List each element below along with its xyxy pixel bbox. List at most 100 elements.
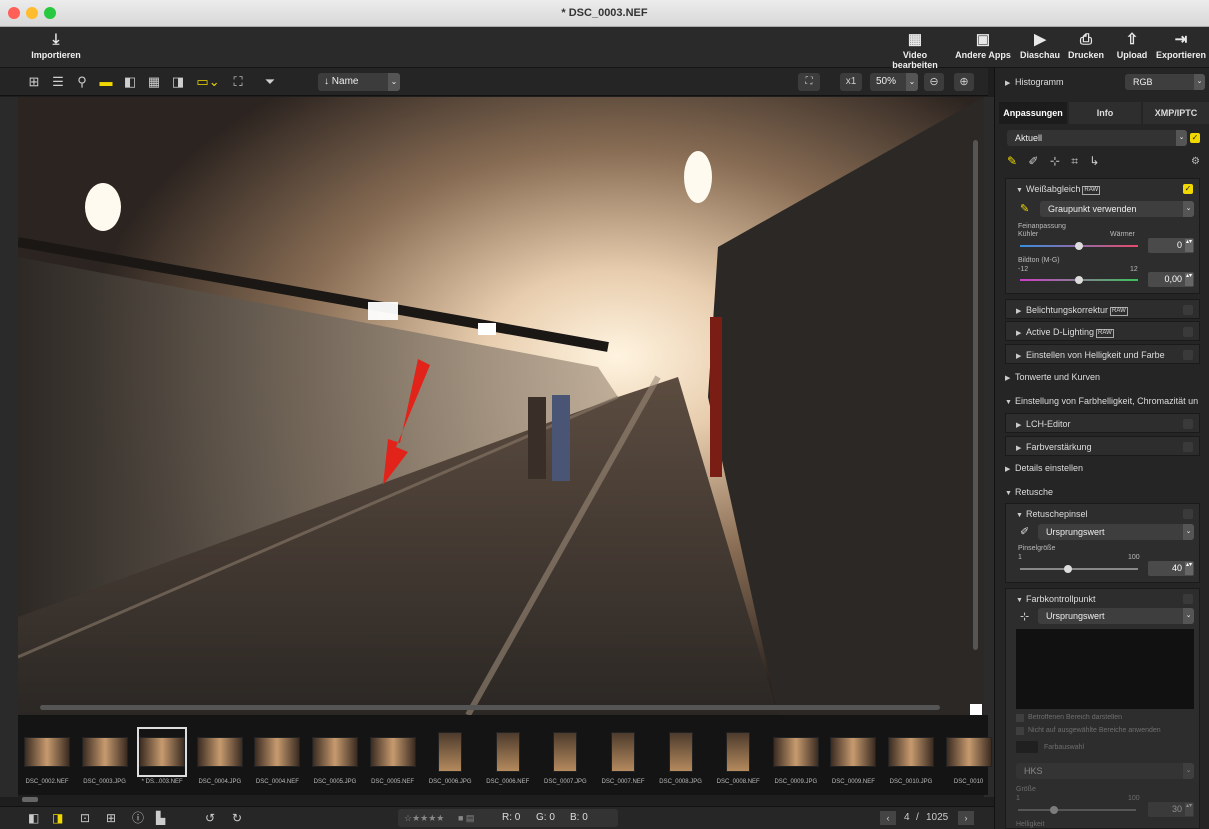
brush-size-knob[interactable] [1064, 565, 1072, 573]
map-view-icon[interactable]: ⚲ [74, 73, 90, 91]
retouch-brush-checkbox[interactable] [1183, 509, 1193, 519]
filmstrip-thumb[interactable] [22, 727, 72, 777]
control-point-icon[interactable]: ⊹ [1050, 154, 1060, 168]
color-control-mode-select[interactable]: Ursprungswert ⌄ [1038, 608, 1194, 624]
size-knob[interactable] [1050, 806, 1058, 814]
settings-icon[interactable]: ⚙ [1191, 156, 1200, 167]
filmstrip-thumb[interactable] [598, 727, 648, 777]
white-balance-mode-select[interactable]: Graupunkt verwenden ⌄ [1040, 201, 1194, 217]
other-apps-button[interactable]: ▣ Andere Apps [955, 30, 1011, 66]
lch-checkbox[interactable] [1183, 419, 1193, 429]
white-balance-checkbox[interactable]: ✓ [1183, 184, 1193, 194]
zoom-dropdown[interactable]: 50% ⌄ [870, 73, 918, 91]
stepper-icon[interactable]: ▴▾ [1185, 239, 1193, 252]
filmstrip-thumb[interactable] [80, 727, 130, 777]
horizontal-scrollbar[interactable] [40, 705, 940, 710]
tab-info[interactable]: Info [1069, 102, 1141, 124]
color-boost-checkbox[interactable] [1183, 442, 1193, 452]
filter-icon[interactable]: ⏷ [262, 73, 278, 91]
filmstrip-thumb[interactable] [886, 727, 936, 777]
brush-size-slider[interactable] [1020, 568, 1138, 570]
fit-screen-icon[interactable]: ⛶ [798, 73, 820, 91]
rotate-right-icon[interactable]: ↻ [232, 811, 242, 825]
tint-knob[interactable] [1075, 276, 1083, 284]
filmstrip-thumb[interactable] [425, 727, 475, 777]
tab-xmp-iptc[interactable]: XMP/IPTC [1143, 102, 1209, 124]
filmstrip-thumb[interactable] [252, 727, 302, 777]
zoom-in-icon[interactable]: ⊕ [954, 73, 974, 91]
filmstrip-thumb[interactable] [195, 727, 245, 777]
color-control-checkbox[interactable] [1183, 594, 1193, 604]
slideshow-button[interactable]: ▶ Diaschau [1018, 30, 1062, 66]
eyedropper-icon[interactable]: ✎ [1020, 202, 1029, 215]
exposure-checkbox[interactable] [1183, 305, 1193, 315]
eyedropper-icon[interactable]: ✎ [1007, 154, 1017, 168]
vertical-scrollbar[interactable] [973, 140, 978, 650]
active-d-lighting-section[interactable]: ▶ Active D-Lighting RAW [1005, 321, 1200, 341]
grid-view-icon[interactable]: ⊞ [26, 73, 42, 91]
sort-dropdown[interactable]: ↓ Name ⌄ [318, 73, 400, 91]
prev-image-button[interactable]: ‹ [880, 811, 896, 825]
video-edit-button[interactable]: ▦ Video bearbeiten [880, 30, 950, 70]
layers-icon[interactable]: ◧ [28, 811, 39, 825]
color-control-header[interactable]: ▼ Farbkontrollpunkt [1006, 589, 1199, 609]
zoom-out-icon[interactable]: ⊖ [924, 73, 944, 91]
show-area-checkbox[interactable] [1016, 714, 1024, 722]
filmstrip-layout-icon[interactable]: ▭⌄ [196, 73, 220, 91]
lch-editor-section[interactable]: ▶ LCH-Editor [1005, 413, 1200, 433]
compare-view-icon[interactable]: ◧ [122, 73, 138, 91]
preset-checkbox[interactable]: ✓ [1190, 133, 1200, 143]
tint-field[interactable]: 0,00 ▴▾ [1148, 272, 1194, 287]
print-button[interactable]: ⎙ Drucken [1066, 30, 1106, 66]
import-button[interactable]: ⤓ Importieren [28, 30, 84, 66]
before-after-icon[interactable]: ◨ [170, 73, 186, 91]
exposure-section[interactable]: ▶ Belichtungskorrektur RAW [1005, 299, 1200, 319]
list-view-icon[interactable]: ☰ [50, 73, 66, 91]
brush-size-field[interactable]: 40 ▴▾ [1148, 561, 1194, 576]
fine-tune-field[interactable]: 0 ▴▾ [1148, 238, 1194, 253]
filmstrip-thumb[interactable] [713, 727, 763, 777]
tab-adjustments[interactable]: Anpassungen [999, 102, 1067, 124]
filmstrip-thumb[interactable] [137, 727, 188, 777]
straighten-icon[interactable]: ↳ [1089, 154, 1099, 168]
filmstrip-thumb[interactable] [483, 727, 533, 777]
stepper-icon[interactable]: ▴▾ [1185, 803, 1193, 816]
filmstrip-thumb[interactable] [656, 727, 706, 777]
filmstrip-thumb[interactable] [771, 727, 821, 777]
curves-header[interactable]: ▶ Tonwerte und Kurven [995, 367, 1209, 387]
image-viewer[interactable] [18, 97, 984, 715]
brush-icon[interactable]: ✐ [1028, 154, 1038, 168]
rotate-left-icon[interactable]: ↺ [205, 811, 215, 825]
next-image-button[interactable]: › [958, 811, 974, 825]
brightness-section[interactable]: ▶ Einstellen von Helligkeit und Farbe [1005, 344, 1200, 364]
frame-icon[interactable]: ⊡ [80, 811, 90, 825]
right-panel-toggle[interactable] [984, 97, 994, 797]
color-swatch[interactable] [1016, 741, 1038, 753]
size-slider[interactable] [1018, 809, 1136, 811]
zoom-x1-button[interactable]: x1 [840, 73, 862, 91]
retouch-brush-header[interactable]: ▼ Retuschepinsel [1006, 504, 1199, 524]
filmstrip-thumb[interactable] [828, 727, 878, 777]
details-header[interactable]: ▶ Details einstellen [995, 458, 1209, 478]
filmstrip-scrollbar[interactable] [22, 797, 38, 802]
retouch-header[interactable]: ▼ Retusche [995, 482, 1209, 502]
adl-checkbox[interactable] [1183, 327, 1193, 337]
color-boost-section[interactable]: ▶ Farbverstärkung [1005, 436, 1200, 456]
size-field[interactable]: 30 ▴▾ [1148, 802, 1194, 817]
multi-view-icon[interactable]: ▦ [146, 73, 162, 91]
brush-icon[interactable]: ✐ [1020, 525, 1029, 538]
stepper-icon[interactable]: ▴▾ [1185, 273, 1193, 286]
filmstrip-thumb[interactable] [310, 727, 360, 777]
label-icon[interactable]: ■ ▤ [458, 811, 474, 825]
histogram-channel-select[interactable]: RGB ⌄ [1125, 74, 1205, 90]
export-button[interactable]: ⇥ Exportieren [1156, 30, 1206, 66]
fine-tune-knob[interactable] [1075, 242, 1083, 250]
white-balance-header[interactable]: ▼ Weißabgleich RAW [1006, 179, 1199, 199]
filmstrip-thumb[interactable] [540, 727, 590, 777]
control-point-icon[interactable]: ⊹ [1020, 610, 1029, 623]
stepper-icon[interactable]: ▴▾ [1185, 562, 1193, 575]
info-icon[interactable]: ⓘ [132, 811, 144, 825]
filmstrip-thumb[interactable] [944, 727, 994, 777]
upload-button[interactable]: ⇧ Upload [1112, 30, 1152, 66]
full-screen-icon[interactable]: ⛶ [230, 73, 246, 91]
